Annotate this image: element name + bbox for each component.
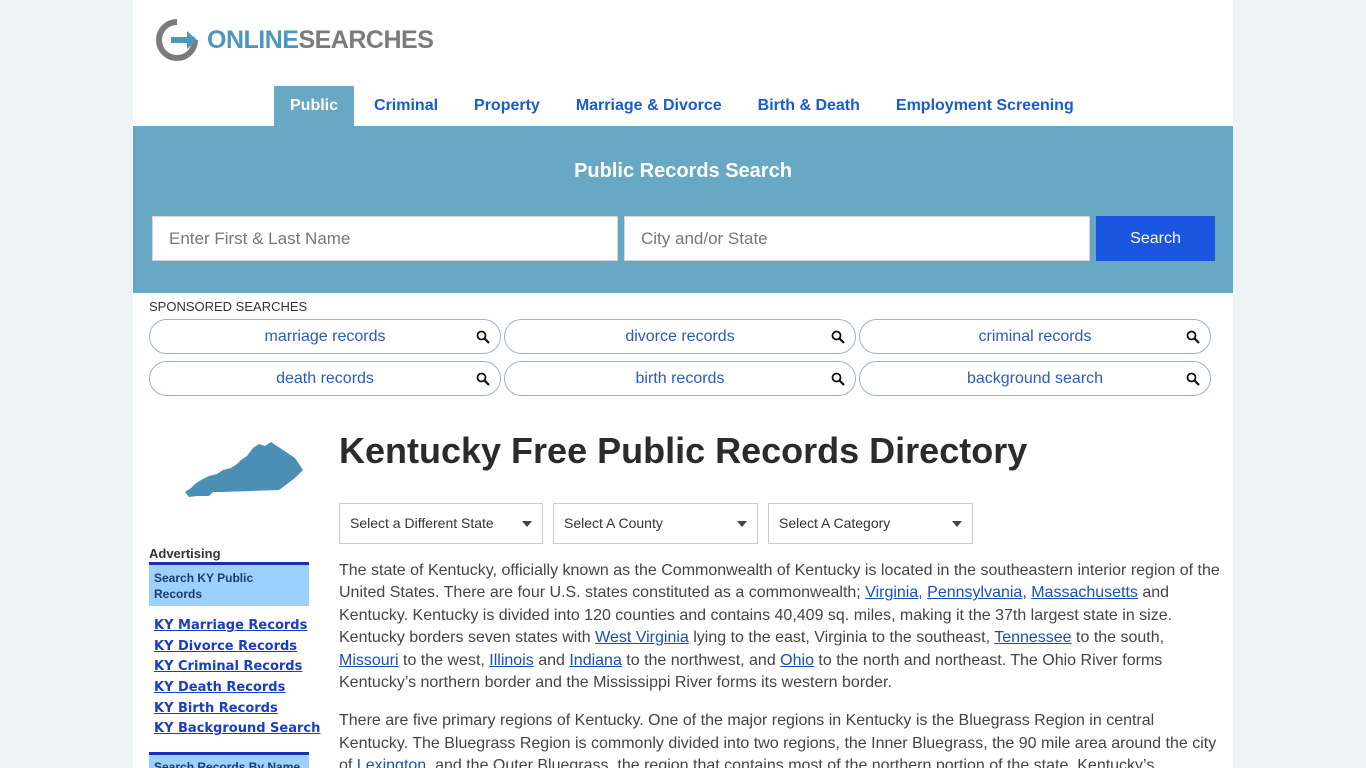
nav-employment-screening[interactable]: Employment Screening bbox=[880, 86, 1090, 126]
paragraph: The state of Kentucky, officially known … bbox=[339, 562, 1220, 692]
link-virginia[interactable]: Virginia bbox=[865, 584, 918, 601]
link-west-virginia[interactable]: West Virginia bbox=[595, 629, 689, 646]
caret-down-icon bbox=[522, 521, 532, 527]
sponsored-item[interactable]: divorce records bbox=[504, 319, 856, 354]
logo-arrow-icon bbox=[156, 19, 198, 61]
logo-text: ONLINESEARCHES bbox=[207, 25, 434, 54]
link-missouri[interactable]: Missouri bbox=[339, 652, 399, 669]
site-logo[interactable]: ONLINESEARCHES bbox=[153, 18, 434, 62]
nav-public[interactable]: Public bbox=[274, 86, 355, 126]
article-body: The state of Kentucky, officially known … bbox=[339, 560, 1223, 768]
sponsored-item[interactable]: marriage records bbox=[149, 319, 501, 354]
sponsored-item[interactable]: birth records bbox=[504, 361, 856, 396]
caret-down-icon bbox=[952, 521, 962, 527]
search-icon bbox=[1186, 372, 1200, 386]
sidebar-link[interactable]: KY Marriage Records bbox=[154, 616, 320, 637]
sponsored-label: SPONSORED SEARCHES bbox=[149, 299, 308, 314]
search-icon bbox=[476, 372, 490, 386]
sponsored-item[interactable]: background search bbox=[859, 361, 1211, 396]
main-nav: Public Criminal Property Marriage & Divo… bbox=[274, 86, 1094, 126]
sidebar-link[interactable]: KY Divorce Records bbox=[154, 637, 320, 658]
search-icon bbox=[1186, 330, 1200, 344]
link-pennsylvania[interactable]: Pennsylvania bbox=[927, 584, 1022, 601]
link-indiana[interactable]: Indiana bbox=[569, 652, 622, 669]
sidebar-link[interactable]: KY Birth Records bbox=[154, 699, 320, 720]
sidebar-box-title: Search KY Public Records bbox=[149, 562, 309, 606]
nav-property[interactable]: Property bbox=[458, 86, 556, 126]
hero-title: Public Records Search bbox=[574, 160, 792, 182]
search-icon bbox=[476, 330, 490, 344]
paragraph: There are five primary regions of Kentuc… bbox=[339, 710, 1223, 768]
category-select[interactable]: Select A Category bbox=[768, 503, 973, 544]
sponsored-item[interactable]: criminal records bbox=[859, 319, 1211, 354]
search-hero: Public Records Search Search bbox=[133, 126, 1233, 293]
search-button[interactable]: Search bbox=[1096, 216, 1215, 261]
search-icon bbox=[831, 372, 845, 386]
name-input[interactable] bbox=[152, 216, 618, 261]
sidebar-box2-title: Search Records By Name bbox=[149, 752, 309, 768]
county-select[interactable]: Select A County bbox=[553, 503, 758, 544]
search-icon bbox=[831, 330, 845, 344]
caret-down-icon bbox=[737, 521, 747, 527]
sidebar-links: KY Marriage Records KY Divorce Records K… bbox=[154, 616, 320, 740]
page: ONLINESEARCHES Public Criminal Property … bbox=[133, 0, 1233, 768]
nav-birth-death[interactable]: Birth & Death bbox=[742, 86, 876, 126]
sidebar-link[interactable]: KY Criminal Records bbox=[154, 657, 320, 678]
kentucky-map-icon bbox=[185, 442, 303, 497]
page-title: Kentucky Free Public Records Directory bbox=[339, 430, 1028, 471]
sidebar-link[interactable]: KY Background Search bbox=[154, 719, 320, 740]
sidebar-link[interactable]: KY Death Records bbox=[154, 678, 320, 699]
sponsored-item[interactable]: death records bbox=[149, 361, 501, 396]
nav-criminal[interactable]: Criminal bbox=[358, 86, 454, 126]
link-illinois[interactable]: Illinois bbox=[489, 652, 533, 669]
link-ohio[interactable]: Ohio bbox=[780, 652, 814, 669]
advertising-label: Advertising bbox=[149, 546, 221, 561]
sponsored-searches: marriage records divorce records crimina… bbox=[149, 319, 1215, 396]
city-state-input[interactable] bbox=[624, 216, 1090, 261]
link-tennessee[interactable]: Tennessee bbox=[994, 629, 1071, 646]
link-lexington[interactable]: Lexington bbox=[357, 757, 426, 768]
link-massachusetts[interactable]: Massachusetts bbox=[1031, 584, 1138, 601]
state-select[interactable]: Select a Different State bbox=[339, 503, 543, 544]
nav-marriage-divorce[interactable]: Marriage & Divorce bbox=[560, 86, 738, 126]
